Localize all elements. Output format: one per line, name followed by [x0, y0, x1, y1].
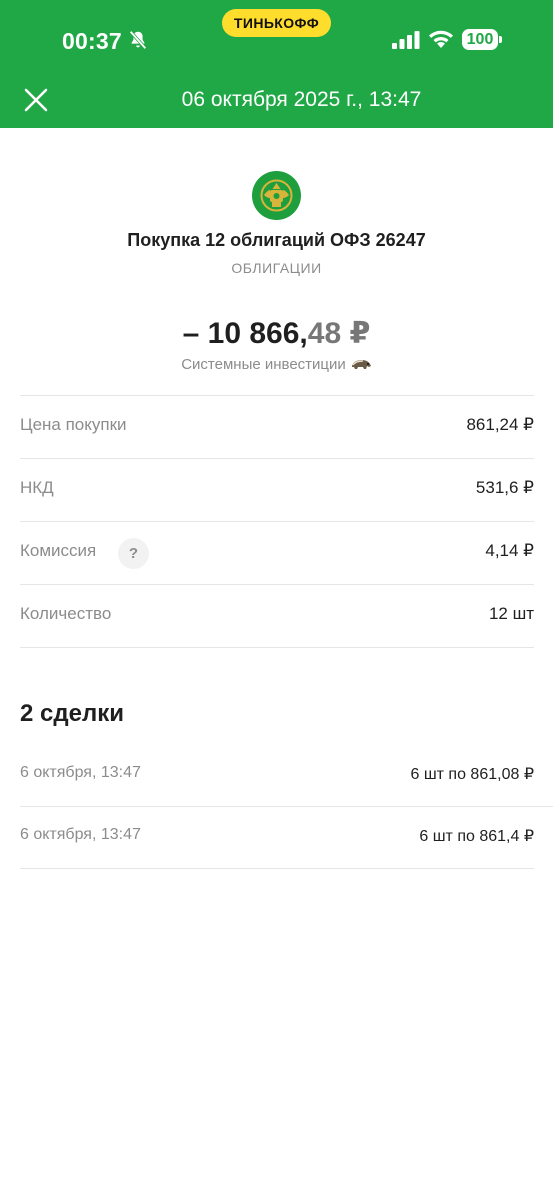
header-bar: 00:37 ТИНЬКОФФ 100 06 октября 2025 г., 1… — [0, 0, 553, 128]
detail-label: НКД — [20, 478, 54, 497]
deal-row[interactable]: 6 октября, 13:47 6 шт по 861,4 ₽ — [20, 806, 534, 868]
deals-title: 2 сделки — [20, 700, 124, 727]
close-icon[interactable] — [20, 84, 52, 116]
detail-row-quantity: Количество 12 шт — [20, 584, 534, 647]
battery-cap — [499, 36, 502, 43]
detail-value: 531,6 ₽ — [475, 478, 534, 497]
badger-icon — [351, 360, 371, 369]
status-time: 00:37 — [62, 28, 122, 54]
detail-row-commission: Комиссия ? 4,14 ₽ — [20, 521, 534, 584]
battery-indicator: 100 — [462, 29, 498, 50]
brand-pill: ТИНЬКОФФ — [222, 9, 331, 37]
bell-off-icon — [129, 30, 147, 50]
detail-value: 12 шт — [488, 604, 534, 623]
deal-date: 6 октября, 13:47 — [20, 764, 141, 781]
amount-fraction: 48 ₽ — [307, 317, 371, 350]
signal-icon — [392, 31, 420, 49]
detail-value: 861,24 ₽ — [466, 415, 534, 434]
deal-value: 6 шт по 861,4 ₽ — [419, 828, 534, 845]
wifi-icon — [429, 30, 453, 48]
deal-row[interactable]: 6 октября, 13:47 6 шт по 861,08 ₽ — [20, 744, 534, 806]
help-button[interactable]: ? — [118, 538, 149, 569]
deal-value: 6 шт по 861,08 ₽ — [410, 766, 534, 783]
detail-label: Комиссия — [20, 541, 97, 560]
account-name: Системные инвестиции — [0, 356, 553, 373]
account-label: Системные инвестиции — [181, 356, 346, 373]
detail-row-purchase-price: Цена покупки 861,24 ₽ — [20, 395, 534, 458]
deal-divider — [20, 868, 534, 869]
operation-amount: – 10 866,48 ₽ — [0, 316, 553, 351]
detail-value: 4,14 ₽ — [485, 541, 534, 560]
amount-main: – 10 866, — [182, 317, 308, 350]
detail-row-accrued-interest: НКД 531,6 ₽ — [20, 458, 534, 521]
issuer-logo-icon — [252, 171, 301, 220]
deal-date: 6 октября, 13:47 — [20, 826, 141, 843]
operation-category: ОБЛИГАЦИИ — [231, 260, 322, 276]
detail-label: Цена покупки — [20, 415, 127, 434]
detail-label: Количество — [20, 604, 112, 623]
operation-title: Покупка 12 облигаций ОФЗ 26247 — [127, 230, 426, 250]
details-divider — [20, 647, 534, 648]
header-title: 06 октября 2025 г., 13:47 — [181, 88, 422, 111]
